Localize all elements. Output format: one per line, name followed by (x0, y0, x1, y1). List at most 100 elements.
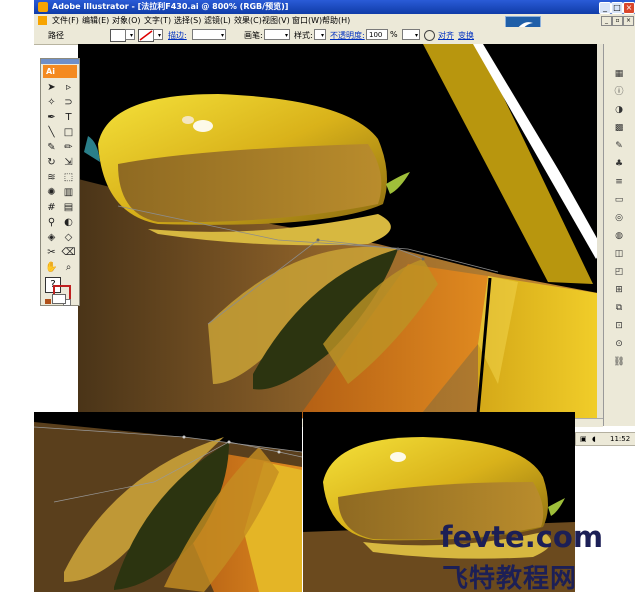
artboard-canvas[interactable] (78, 44, 603, 418)
doc-restore-button[interactable]: ▫ (612, 16, 623, 26)
scale-icon[interactable]: ⇲ (61, 156, 76, 170)
links-icon[interactable]: ⛓ (612, 356, 626, 369)
brushes-icon[interactable]: ✎ (612, 140, 626, 153)
color-mode-icon[interactable] (45, 299, 51, 304)
color-icon[interactable]: ◑ (612, 104, 626, 117)
menu-window[interactable]: 窗口(W) (292, 15, 322, 26)
tray-icon[interactable]: ▣ (580, 433, 587, 445)
stroke-icon[interactable]: ≡ (612, 176, 626, 189)
selection-type-label: 路径 (48, 31, 64, 40)
doc-close-button[interactable]: × (623, 16, 634, 26)
zoom-icon[interactable]: ⌕ (61, 261, 76, 275)
brush-label: 画笔: (244, 31, 263, 40)
minimize-button[interactable]: _ (599, 2, 611, 14)
direct-selection-icon[interactable]: ▹ (61, 81, 76, 95)
volume-icon[interactable]: ◖ (592, 433, 596, 445)
align-icon[interactable]: ⊞ (612, 284, 626, 297)
warp-icon[interactable]: ≋ (44, 171, 59, 185)
transparency-icon[interactable]: ◎ (612, 212, 626, 225)
paintbrush-icon[interactable]: ✎ (44, 141, 59, 155)
attributes-icon[interactable]: ⊙ (612, 338, 626, 351)
layers-icon[interactable]: ◰ (612, 266, 626, 279)
slice-icon[interactable]: ✂ (44, 246, 59, 260)
menu-help[interactable]: 帮助(H) (322, 15, 350, 26)
menu-view[interactable]: 视图(V) (262, 15, 290, 26)
graphic-styles-icon[interactable]: ◫ (612, 248, 626, 261)
eyedropper-icon[interactable]: ⚲ (44, 216, 59, 230)
system-tray: ▣ ◖ 11:52 (575, 432, 635, 446)
lasso-icon[interactable]: ⊃ (61, 96, 76, 110)
menu-edit[interactable]: 编辑(E) (82, 15, 109, 26)
title-bar: Adobe Illustrator - [法拉利F430.ai @ 800% (… (34, 0, 635, 14)
align-link[interactable]: 对齐 (438, 30, 454, 41)
symbol-sprayer-icon[interactable]: ✺ (44, 186, 59, 200)
pathfinder-icon[interactable]: ⧉ (612, 302, 626, 315)
gradient-panel-icon[interactable]: ▭ (612, 194, 626, 207)
panel-grip[interactable] (41, 59, 79, 64)
close-button[interactable]: × (623, 2, 635, 14)
eraser-icon[interactable]: ⌫ (61, 246, 76, 260)
transform-icon[interactable]: ⊡ (612, 320, 626, 333)
menu-type[interactable]: 文字(T) (144, 15, 171, 26)
selection-arrow-icon[interactable]: ➤ (44, 81, 59, 95)
watermark-site-name: 飞特教程网 (442, 564, 578, 594)
menu-effect[interactable]: 效果(C) (234, 15, 262, 26)
info-icon[interactable]: ⓘ (612, 86, 626, 99)
blend-icon[interactable]: ◐ (61, 216, 76, 230)
stroke-weight-field[interactable]: ▾ (192, 29, 226, 40)
appearance-icon[interactable]: ◍ (612, 230, 626, 243)
style-label: 样式: (294, 31, 313, 40)
pen-icon[interactable]: ✒ (44, 111, 59, 125)
opacity-label[interactable]: 不透明度: (330, 30, 365, 41)
mesh-icon[interactable]: # (44, 201, 59, 215)
screen-mode-icon[interactable] (52, 294, 66, 304)
live-paint-select-icon[interactable]: ◇ (61, 231, 76, 245)
menu-object[interactable]: 对象(O) (112, 15, 141, 26)
clock: 11:52 (610, 435, 631, 443)
menu-filter[interactable]: 滤镜(L) (204, 15, 231, 26)
toolbox-ai-badge: Ai (43, 65, 77, 78)
fill-swatch[interactable] (110, 29, 126, 42)
maximize-button[interactable]: □ (611, 2, 623, 14)
free-transform-icon[interactable]: ⬚ (61, 171, 76, 185)
panel-dock: ▦ ⓘ ◑ ▩ ✎ ♣ ≡ ▭ ◎ ◍ ◫ ◰ ⊞ ⧉ ⊡ ⊙ ⛓ (603, 44, 635, 426)
transform-link[interactable]: 变换 (458, 30, 474, 41)
no-stroke-icon (139, 30, 153, 41)
window-title: Adobe Illustrator - [法拉利F430.ai @ 800% (… (52, 2, 289, 11)
rectangle-icon[interactable]: □ (61, 126, 76, 140)
stroke-dropdown[interactable]: ▾ (153, 29, 163, 40)
menu-select[interactable]: 选择(S) (174, 15, 201, 26)
control-panel: 路径 ▾ ▾ 描边: ▾ 画笔: ▾ 样式: ▾ 不透明度: 100 % ▾ 对… (34, 27, 635, 45)
stroke-swatch[interactable] (138, 29, 154, 42)
tools-panel: Ai ➤ ▹ ✧ ⊃ ✒ T ╲ □ ✎ ✏ ↻ ⇲ ≋ ⬚ ✺ ▥ # ▤ ⚲… (40, 58, 80, 306)
stroke-label[interactable]: 描边: (168, 30, 187, 41)
brush-dropdown[interactable]: ▾ (264, 29, 290, 40)
gradient-icon[interactable]: ▤ (61, 201, 76, 215)
navigator-icon[interactable]: ▦ (612, 68, 626, 81)
detail-inset-stalk (34, 412, 302, 592)
style-dropdown[interactable]: ▾ (314, 29, 326, 40)
menu-file[interactable]: 文件(F) (52, 15, 79, 26)
doc-minimize-button[interactable]: _ (601, 16, 612, 26)
watermark-domain: fevte.com (440, 520, 604, 554)
menu-bar: 文件(F) 编辑(E) 对象(O) 文字(T) 选择(S) 滤镜(L) 效果(C… (34, 14, 635, 28)
car-mirror-artwork (78, 44, 603, 418)
symbols-icon[interactable]: ♣ (612, 158, 626, 171)
opacity-value: 100 (369, 31, 383, 39)
rotate-icon[interactable]: ↻ (44, 156, 59, 170)
swatches-icon[interactable]: ▩ (612, 122, 626, 135)
stalk-detail-artwork (34, 412, 302, 592)
opacity-percent: % (390, 30, 398, 39)
line-icon[interactable]: ╲ (44, 126, 59, 140)
magic-wand-icon[interactable]: ✧ (44, 96, 59, 110)
type-icon[interactable]: T (61, 111, 76, 125)
recolor-icon[interactable] (424, 30, 435, 41)
hand-icon[interactable]: ✋ (44, 261, 59, 275)
doc-icon (38, 16, 47, 25)
pencil-icon[interactable]: ✏ (61, 141, 76, 155)
fill-dropdown[interactable]: ▾ (125, 29, 135, 40)
live-paint-icon[interactable]: ◈ (44, 231, 59, 245)
opacity-dropdown[interactable]: ▾ (402, 29, 420, 40)
opacity-field[interactable]: 100 (366, 29, 388, 40)
graph-icon[interactable]: ▥ (61, 186, 76, 200)
